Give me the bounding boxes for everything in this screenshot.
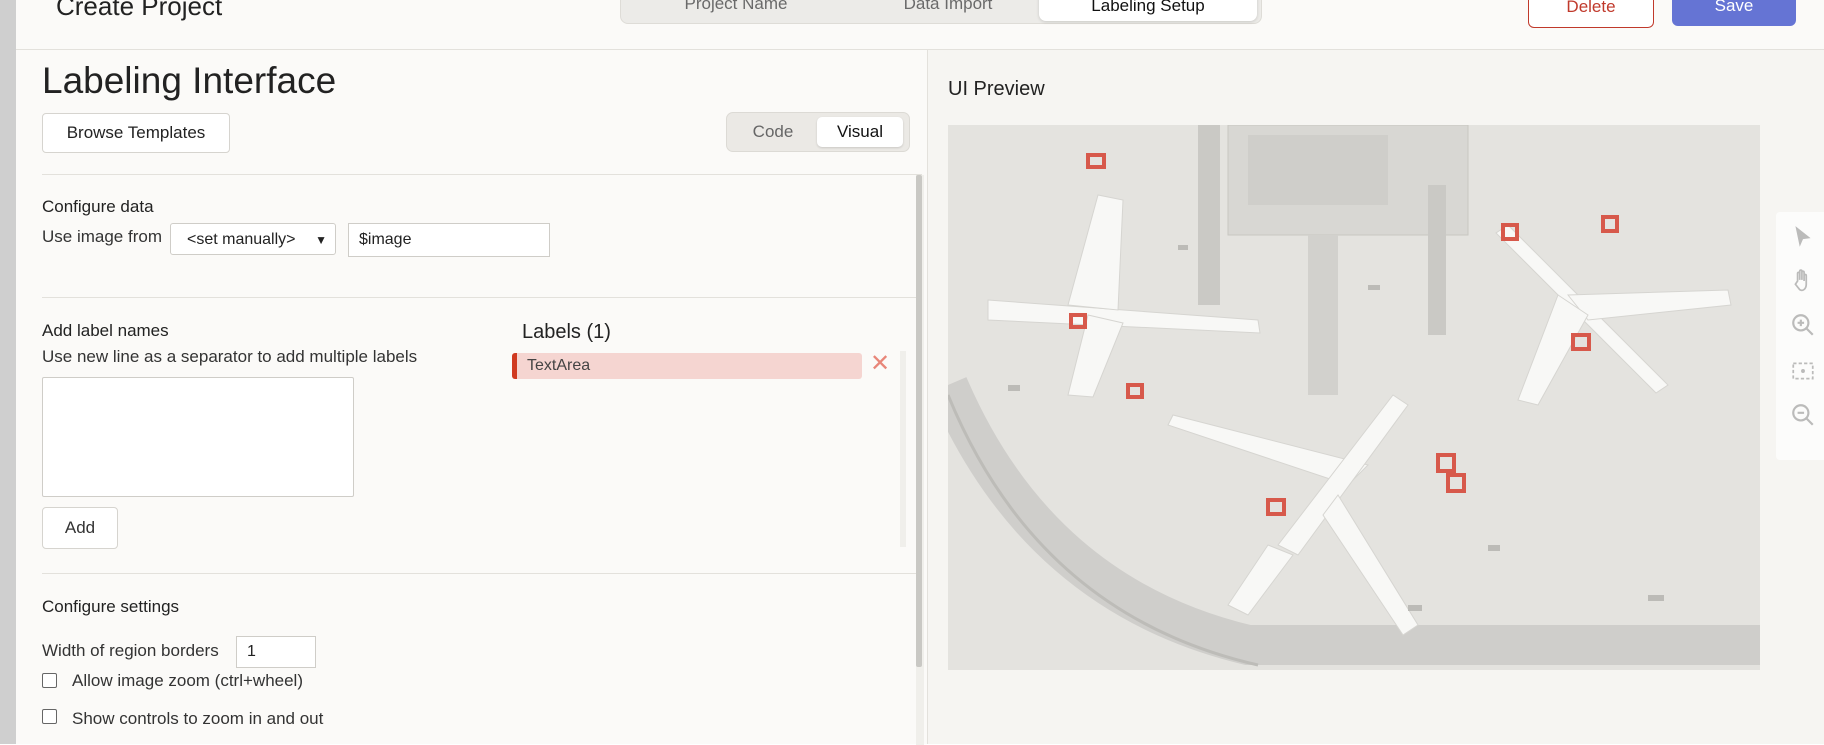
region-border-width-label: Width of region borders — [42, 641, 219, 660]
browse-templates-button[interactable]: Browse Templates — [42, 113, 230, 153]
label-names-hint: Use new line as a separator to add multi… — [42, 347, 418, 366]
step-tabs: Project Name Data Import Labeling Setup — [620, 0, 1262, 24]
region-border-width-input[interactable]: 1 — [236, 636, 316, 668]
header: Create Project Project Name Data Import … — [16, 0, 1824, 50]
use-image-from-label: Use image from — [42, 227, 162, 246]
image-toolbar — [1776, 212, 1824, 460]
zoom-out-icon[interactable] — [1790, 402, 1816, 428]
labels-scrollbar[interactable] — [900, 351, 906, 547]
preview-title: UI Preview — [948, 78, 1045, 100]
left-rail — [0, 0, 17, 744]
close-icon[interactable]: ✕ — [870, 349, 890, 378]
code-tab[interactable]: Code — [731, 117, 815, 147]
divider — [42, 297, 916, 298]
config-scroll-area: Configure data Use image from <set manua… — [42, 174, 924, 745]
labels-count-title: Labels (1) — [522, 321, 611, 343]
section-title: Labeling Interface — [42, 60, 337, 101]
divider — [42, 573, 916, 574]
airport-aerial-image — [948, 125, 1760, 670]
allow-zoom-label: Allow image zoom (ctrl+wheel) — [72, 671, 303, 690]
scrollbar-thumb[interactable] — [916, 175, 922, 667]
allow-zoom-checkbox[interactable] — [42, 673, 57, 688]
tab-data-import[interactable]: Data Import — [839, 0, 1057, 19]
configure-settings-title: Configure settings — [42, 597, 180, 616]
image-variable-input[interactable]: $image — [348, 223, 550, 257]
zoom-controls-label: Show controls to zoom in and out — [72, 709, 324, 728]
add-label-names-title: Add label names — [42, 321, 169, 340]
label-item[interactable]: TextArea — [512, 353, 862, 379]
image-source-value: <set manually> — [187, 231, 296, 248]
configure-data-title: Configure data — [42, 197, 154, 216]
app: Create Project Project Name Data Import … — [16, 0, 1824, 745]
image-source-select[interactable]: <set manually> ▼ — [170, 223, 336, 255]
zoom-controls-checkbox[interactable] — [42, 709, 57, 724]
zoom-in-icon[interactable] — [1790, 312, 1816, 338]
preview-image[interactable] — [948, 125, 1760, 670]
labeling-config-pane: Labeling Interface Browse Templates Code… — [16, 50, 928, 745]
visual-tab[interactable]: Visual — [817, 117, 903, 147]
save-button[interactable]: Save — [1672, 0, 1796, 26]
fit-icon[interactable] — [1790, 358, 1816, 384]
chevron-down-icon: ▼ — [315, 233, 327, 247]
tab-labeling-setup[interactable]: Labeling Setup — [1039, 0, 1257, 21]
tab-project-name[interactable]: Project Name — [627, 0, 845, 19]
add-labels-button[interactable]: Add — [42, 507, 118, 549]
ui-preview-pane: UI Preview — [928, 50, 1824, 744]
pointer-icon[interactable] — [1790, 224, 1816, 250]
page-title: Create Project — [56, 0, 223, 21]
mode-toggle: Code Visual — [726, 112, 910, 152]
label-names-textarea[interactable] — [42, 377, 354, 497]
hand-icon[interactable] — [1790, 268, 1816, 294]
delete-button[interactable]: Delete — [1528, 0, 1654, 28]
